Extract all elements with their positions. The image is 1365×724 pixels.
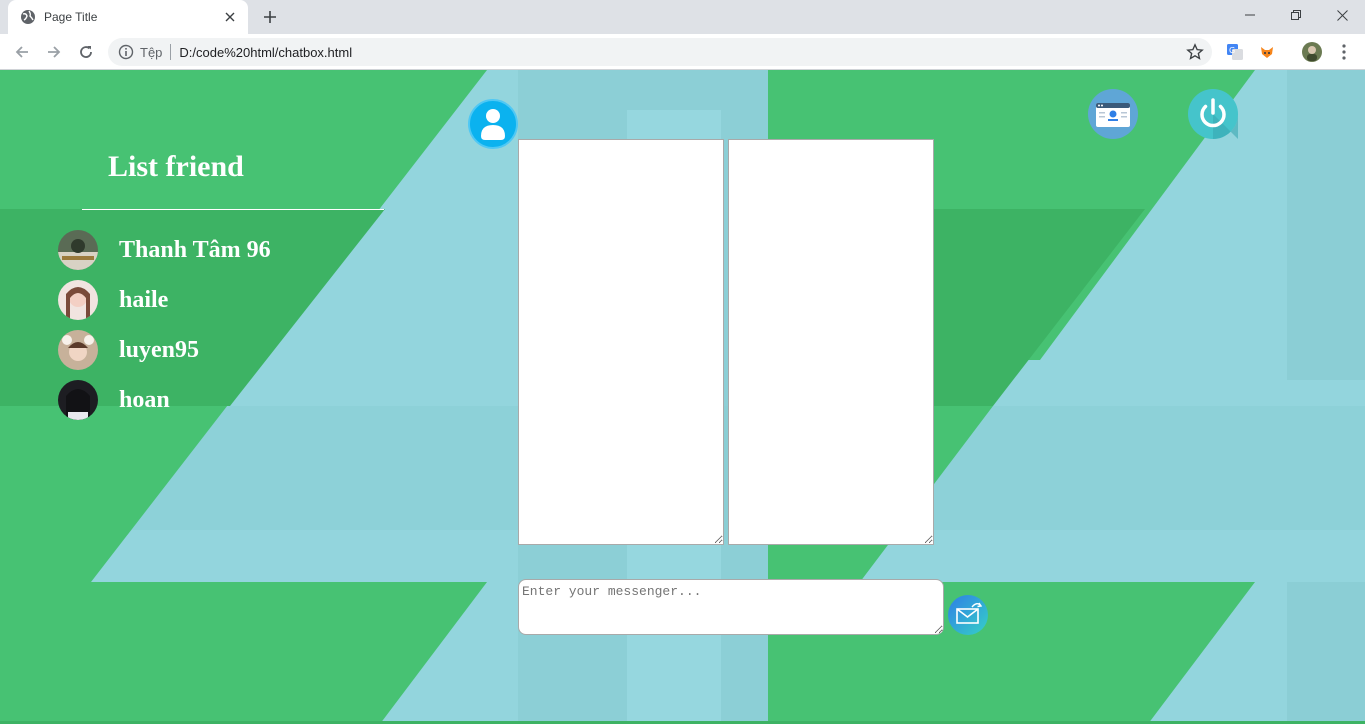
minimize-window-icon[interactable] [1227, 0, 1273, 30]
browser-menu-icon[interactable] [1333, 41, 1355, 63]
reload-icon[interactable] [74, 40, 98, 64]
power-icon [1188, 89, 1238, 139]
avatar [58, 280, 98, 320]
profile-button[interactable] [468, 99, 518, 149]
browser-tab-strip: Page Title [0, 0, 1365, 34]
close-window-icon[interactable] [1319, 0, 1365, 30]
friend-item[interactable]: hoan [58, 380, 170, 420]
browser-tab[interactable]: Page Title [8, 0, 248, 34]
friend-name: haile [119, 286, 169, 313]
address-scheme-label: Tệp [140, 44, 163, 60]
address-url[interactable]: D:/code%20html/chatbox.html [179, 45, 352, 60]
svg-text:G: G [1229, 46, 1235, 55]
tab-close-icon[interactable] [222, 9, 238, 25]
avatar [58, 380, 98, 420]
chat-history-box[interactable] [518, 139, 724, 545]
fox-extension-icon[interactable] [1256, 41, 1278, 63]
friend-name: luyen95 [119, 336, 200, 363]
bookmark-star-icon[interactable] [1186, 43, 1204, 61]
back-arrow-icon[interactable] [10, 40, 34, 64]
account-info-button[interactable] [1088, 89, 1138, 139]
message-input[interactable] [518, 579, 944, 635]
browser-toolbar: Tệp D:/code%20html/chatbox.html G [0, 34, 1365, 70]
translate-extension-icon[interactable]: G [1224, 41, 1246, 63]
profile-window-icon [1088, 89, 1138, 139]
info-icon[interactable] [118, 44, 134, 60]
forward-arrow-icon[interactable] [42, 40, 66, 64]
globe-icon [21, 10, 35, 24]
friend-item[interactable]: haile [58, 280, 168, 320]
user-profile-icon [468, 99, 518, 149]
avatar [58, 230, 98, 270]
envelope-send-icon [948, 595, 988, 635]
address-bar[interactable]: Tệp D:/code%20html/chatbox.html [108, 38, 1212, 66]
friend-item[interactable]: luyen95 [58, 330, 199, 370]
address-separator [170, 44, 172, 60]
avatar [58, 330, 98, 370]
profile-avatar[interactable] [1301, 41, 1323, 63]
logout-button[interactable] [1188, 89, 1238, 139]
new-tab-button[interactable] [258, 6, 282, 28]
friend-name: Thanh Tâm 96 [119, 236, 271, 263]
tab-title: Page Title [44, 10, 98, 24]
restore-window-icon[interactable] [1273, 0, 1319, 30]
friend-list-divider [82, 209, 384, 210]
friend-item[interactable]: Thanh Tâm 96 [58, 230, 271, 270]
chat-reply-box[interactable] [728, 139, 934, 545]
friend-list-title: List friend [108, 150, 244, 183]
chatbox-page: List friend Thanh Tâm 96 haile luyen95 h… [0, 70, 1365, 724]
send-button[interactable] [948, 595, 988, 635]
friend-name: hoan [119, 386, 170, 413]
